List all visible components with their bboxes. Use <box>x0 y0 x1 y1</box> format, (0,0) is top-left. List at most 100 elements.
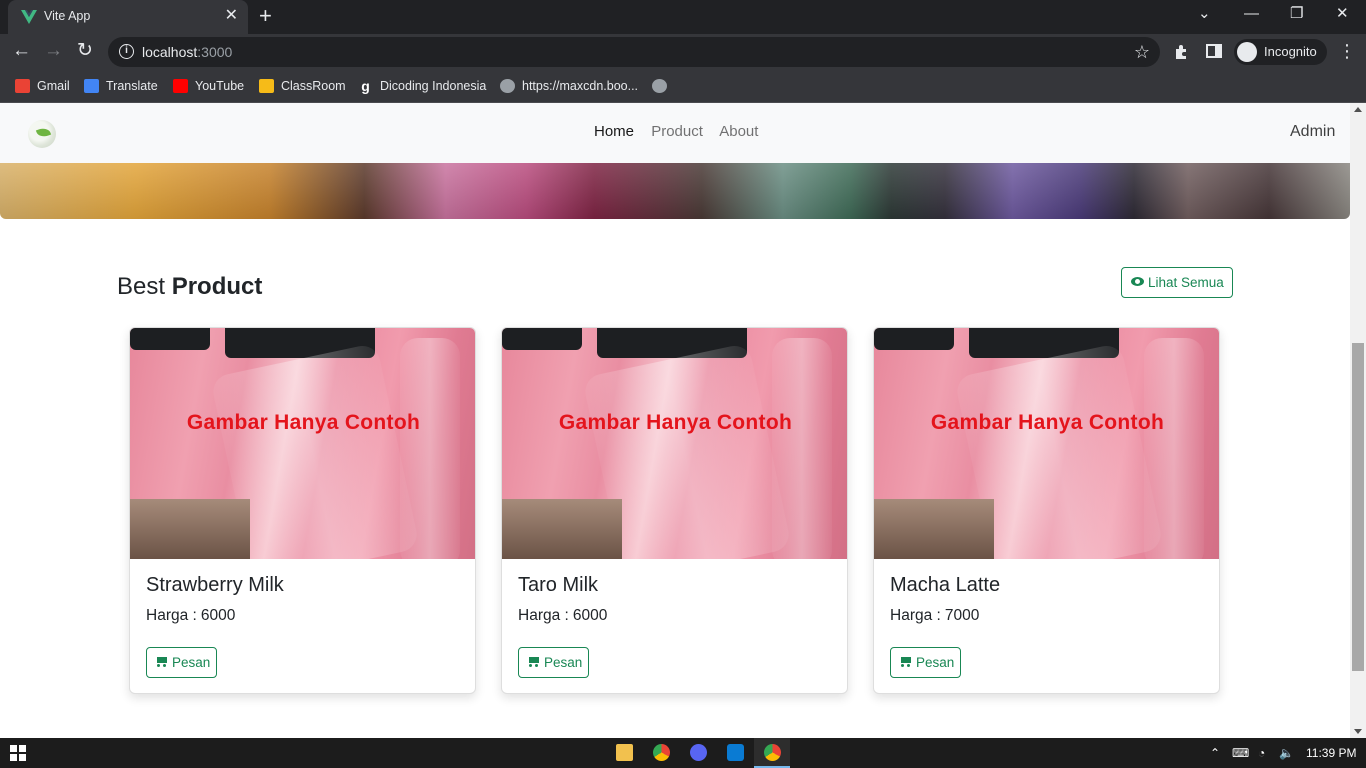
wifi-icon[interactable]: ◔ <box>1258 745 1265 761</box>
discord-icon <box>690 744 707 761</box>
site-logo[interactable] <box>28 120 56 148</box>
taskbar-chrome[interactable] <box>643 738 679 768</box>
url-text[interactable]: localhost:3000 <box>142 44 232 60</box>
dicoding-icon: g <box>361 78 370 94</box>
see-all-button[interactable]: Lihat Semua <box>1121 267 1233 298</box>
incognito-profile-button[interactable]: Incognito <box>1234 39 1327 65</box>
product-card: Gambar Hanya Contoh Taro Milk Harga :600… <box>501 327 848 694</box>
order-label: Pesan <box>544 655 583 670</box>
site-navbar: Home Product About Admin <box>0 103 1350 163</box>
product-image: Gambar Hanya Contoh <box>502 328 847 559</box>
taskbar-vscode[interactable] <box>717 738 753 768</box>
cart-icon <box>528 657 540 667</box>
product-image: Gambar Hanya Contoh <box>874 328 1219 559</box>
nav-link-product[interactable]: Product <box>651 123 703 140</box>
youtube-icon <box>173 79 188 93</box>
taskbar-discord[interactable] <box>680 738 716 768</box>
product-name: Strawberry Milk <box>146 574 284 596</box>
profile-label: Incognito <box>1264 44 1317 59</box>
minimize-icon[interactable]: — <box>1244 4 1259 24</box>
product-name: Taro Milk <box>518 574 599 596</box>
product-card: Gambar Hanya Contoh Strawberry Milk Harg… <box>129 327 476 694</box>
close-window-icon[interactable]: ✕ <box>1336 4 1349 24</box>
price-label: Harga : <box>146 607 197 624</box>
page-scrollbar[interactable] <box>1350 103 1366 738</box>
see-all-label: Lihat Semua <box>1148 275 1224 290</box>
taskbar-file-explorer[interactable] <box>606 738 642 768</box>
globe-icon <box>500 79 515 93</box>
tab-title: Vite App <box>44 9 91 23</box>
file-explorer-icon <box>616 744 633 761</box>
close-tab-icon[interactable]: ✕ <box>225 7 238 25</box>
cart-icon <box>156 657 168 667</box>
bookmark-label: ClassRoom <box>281 79 346 93</box>
scroll-down-icon[interactable] <box>1354 729 1362 734</box>
incognito-icon <box>1237 42 1257 62</box>
extensions-puzzle-icon[interactable] <box>1173 43 1190 60</box>
nav-link-home[interactable]: Home <box>594 123 634 140</box>
hero-banner-image <box>0 163 1350 219</box>
nav-link-about[interactable]: About <box>719 123 758 140</box>
back-arrow-icon[interactable]: ← <box>12 40 31 62</box>
new-tab-icon[interactable]: + <box>259 5 272 27</box>
admin-menu[interactable]: Admin <box>1290 123 1335 141</box>
side-panel-icon[interactable] <box>1206 43 1222 59</box>
site-info-icon[interactable]: i <box>119 44 134 59</box>
order-button[interactable]: Pesan <box>146 647 217 678</box>
leaf-icon <box>35 126 52 139</box>
product-image: Gambar Hanya Contoh <box>130 328 475 559</box>
forward-arrow-icon[interactable]: → <box>44 40 63 62</box>
price-label: Harga : <box>518 607 569 624</box>
bookmark-maxcdn[interactable]: https://maxcdn.boo... <box>500 77 638 95</box>
browser-tab-strip: Vite App ✕ + ⌄ — ❐ ✕ <box>0 0 1366 34</box>
classroom-icon <box>259 79 274 93</box>
address-bar[interactable]: i localhost:3000 ☆ <box>108 37 1160 67</box>
image-caption: Gambar Hanya Contoh <box>186 411 421 434</box>
price-value: 6000 <box>200 607 236 624</box>
bookmark-label: Dicoding Indonesia <box>380 79 487 93</box>
input-method-icon[interactable]: ⌨ <box>1232 745 1249 761</box>
windows-taskbar: ⌃ ⌨ ◔ 🔈 11:39 PM <box>0 738 1366 768</box>
scrollbar-thumb[interactable] <box>1352 343 1364 671</box>
chrome-icon <box>764 744 781 761</box>
bookmark-dicoding[interactable]: g Dicoding Indonesia <box>358 77 486 95</box>
bookmarks-bar: Gmail Translate YouTube ClassRoom g Dicod… <box>0 70 1366 103</box>
section-title: Best Product <box>117 273 262 301</box>
translate-icon <box>84 79 99 93</box>
order-label: Pesan <box>172 655 211 670</box>
page-viewport: Home Product About Admin Best Product Li… <box>0 103 1366 738</box>
eye-icon <box>1131 277 1144 286</box>
windows-start-icon[interactable] <box>10 745 26 761</box>
gmail-icon <box>15 79 30 93</box>
bookmark-gmail[interactable]: Gmail <box>15 77 70 95</box>
product-price: Harga :6000 <box>146 607 284 625</box>
section-title-bold: Product <box>171 273 263 300</box>
vscode-icon <box>727 744 744 761</box>
tray-chevron-icon[interactable]: ⌃ <box>1210 745 1220 761</box>
bookmark-unnamed[interactable] <box>652 77 674 95</box>
price-value: 7000 <box>944 607 980 624</box>
volume-icon[interactable]: 🔈 <box>1279 745 1294 761</box>
bookmark-label: Translate <box>106 79 158 93</box>
bookmark-star-icon[interactable]: ☆ <box>1134 41 1150 63</box>
globe-icon <box>652 79 667 93</box>
order-button[interactable]: Pesan <box>890 647 961 678</box>
taskbar-clock[interactable]: 11:39 PM <box>1306 746 1356 760</box>
bookmark-translate[interactable]: Translate <box>84 77 158 95</box>
browser-tab[interactable]: Vite App ✕ <box>8 0 248 34</box>
tab-search-icon[interactable]: ⌄ <box>1198 4 1211 24</box>
scroll-up-icon[interactable] <box>1354 107 1362 112</box>
bookmark-classroom[interactable]: ClassRoom <box>259 77 346 95</box>
restore-icon[interactable]: ❐ <box>1290 4 1303 24</box>
vite-logo-icon <box>21 10 37 24</box>
nav-links: Home Product About <box>594 123 771 140</box>
bookmark-youtube[interactable]: YouTube <box>173 77 244 95</box>
product-price: Harga :6000 <box>518 607 607 625</box>
browser-menu-icon[interactable]: ⋮ <box>1338 41 1356 61</box>
order-button[interactable]: Pesan <box>518 647 589 678</box>
url-port: :3000 <box>197 44 233 60</box>
browser-toolbar: ← → ↻ i localhost:3000 ☆ Incognito ⋮ <box>0 34 1366 70</box>
taskbar-chrome-active[interactable] <box>754 738 790 768</box>
price-label: Harga : <box>890 607 941 624</box>
reload-icon[interactable]: ↻ <box>77 40 93 62</box>
